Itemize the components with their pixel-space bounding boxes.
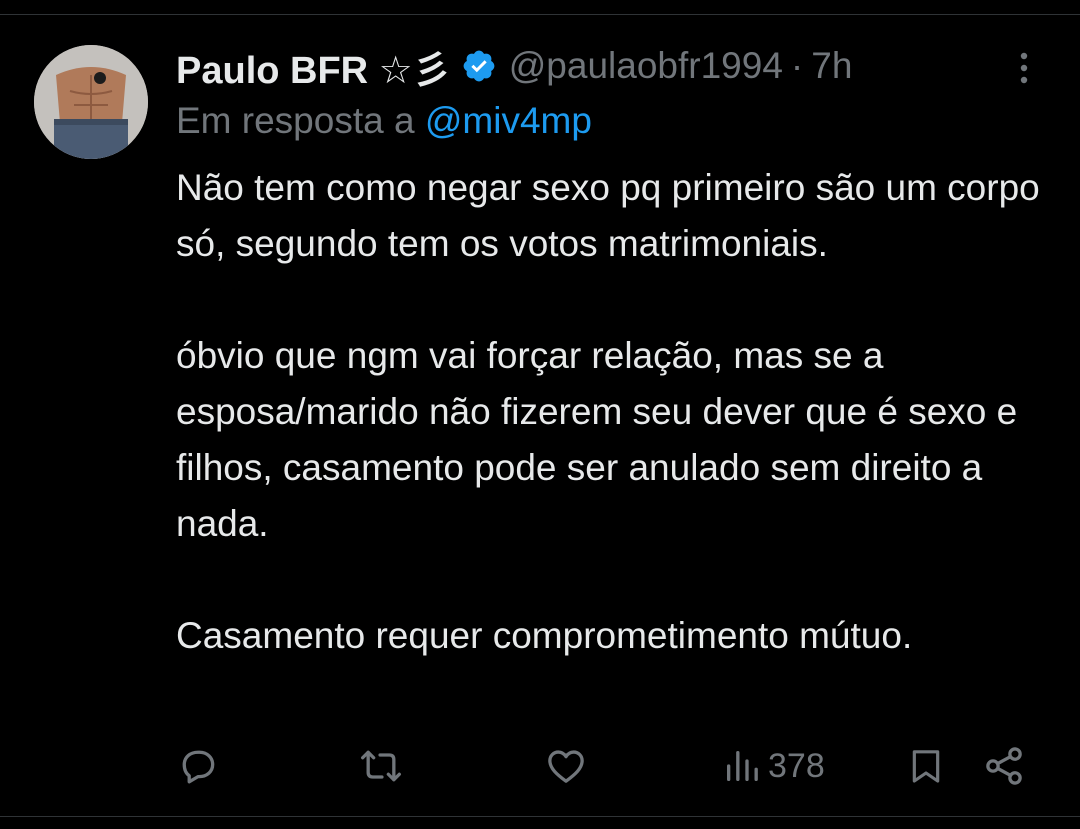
share-icon — [986, 747, 1022, 785]
avatar[interactable] — [34, 45, 148, 159]
top-divider — [0, 0, 1080, 15]
reply-mention-link[interactable]: @miv4mp — [425, 100, 592, 141]
tweet-paragraph: Casamento requer comprometimento mútuo. — [176, 615, 913, 656]
tweet-paragraph: Não tem como negar sexo pq primeiro são … — [176, 167, 1040, 264]
tweet-paragraph: óbvio que ngm vai forçar relação, mas se… — [176, 335, 1018, 544]
reply-icon — [182, 750, 215, 784]
tweet-header: Paulo BFR ☆彡 @paulaobfr1994 · 7h — [176, 40, 852, 92]
views-count: 378 — [768, 746, 825, 785]
timestamp[interactable]: 7h — [811, 45, 852, 87]
tweet-text: Não tem como negar sexo pq primeiro são … — [176, 160, 1056, 664]
more-options-icon[interactable] — [1010, 48, 1038, 88]
retweet-icon — [361, 750, 401, 782]
views-button[interactable]: 378 — [722, 742, 825, 790]
like-icon — [548, 750, 584, 783]
share-button[interactable] — [982, 742, 1026, 790]
bookmark-button[interactable] — [906, 742, 946, 790]
like-button[interactable] — [544, 742, 588, 790]
views-icon — [727, 751, 758, 781]
verified-badge-icon — [461, 48, 497, 84]
bottom-divider — [0, 816, 1080, 817]
retweet-button[interactable] — [358, 742, 404, 790]
reply-button[interactable] — [176, 742, 220, 790]
separator-dot: · — [790, 45, 804, 86]
handle[interactable]: @paulaobfr1994 — [509, 45, 783, 87]
reply-context: Em resposta a @miv4mp — [176, 100, 592, 142]
reply-prefix: Em resposta a — [176, 100, 415, 141]
bookmark-icon — [912, 750, 940, 783]
display-name[interactable]: Paulo BFR ☆彡 — [176, 39, 451, 94]
